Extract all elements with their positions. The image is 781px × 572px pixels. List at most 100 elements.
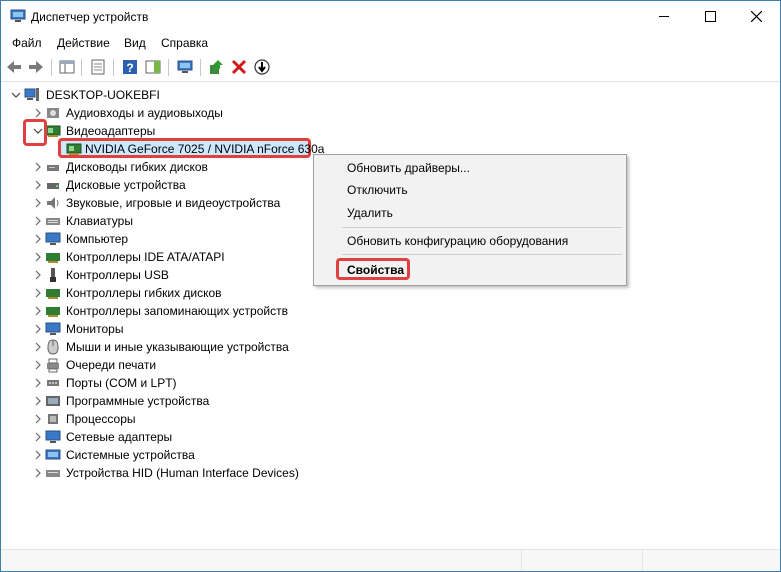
usb-icon [50,268,56,282]
selected-device-row[interactable]: NVIDIA GeForce 7025 / NVIDIA nForce 630a [58,138,324,158]
tree-category-storage-controllers[interactable]: Контроллеры запоминающих устройств [33,302,433,320]
expand-chevron-icon[interactable] [33,252,43,262]
menu-help[interactable]: Справка [161,36,208,50]
tree-category-label: Мониторы [66,322,124,336]
tree-category-mice[interactable]: Мыши и иные указывающие устройства [33,338,433,356]
tree-category-network-adapters[interactable]: Сетевые адаптеры [33,428,433,446]
window-title: Диспетчер устройств [31,10,149,24]
expand-chevron-icon[interactable] [33,180,43,190]
tree-category-label: Сетевые адаптеры [66,430,173,444]
expand-chevron-icon[interactable] [33,216,43,226]
help-icon[interactable]: ? [121,58,139,76]
expand-chevron-icon[interactable] [33,108,43,118]
hid-device-icon [46,470,60,477]
tree-category-label: Порты (COM и LPT) [66,376,177,390]
tree-category-audio-io[interactable]: Аудиовходы и аудиовыходы [33,104,433,122]
tree-category-processors[interactable]: Процессоры [33,410,433,428]
tree-category-label: Контроллеры IDE ATA/ATAPI [66,250,225,264]
svg-text:?: ? [126,61,133,75]
properties-sheet-icon[interactable] [89,58,107,76]
close-window-button[interactable] [733,1,779,32]
tree-category-monitors[interactable]: Мониторы [33,320,433,338]
highlight-expander-outline [23,119,47,146]
tree-category-label: Системные устройства [66,448,195,462]
expand-chevron-icon[interactable] [33,162,43,172]
menu-view[interactable]: Вид [124,36,146,50]
forward-arrow-icon[interactable] [27,58,45,76]
expand-chevron-icon[interactable] [33,468,43,478]
computer-name: DESKTOP-UOKEBFI [46,88,160,102]
computer-icon [45,232,61,245]
uninstall-x-icon[interactable] [230,58,248,76]
tree-category-label: Очереди печати [66,358,157,372]
expand-chevron-icon[interactable] [33,234,43,244]
menu-uninstall-device[interactable]: Удалить [347,206,393,220]
network-adapter-icon [45,430,61,443]
download-driver-icon[interactable] [253,58,271,76]
device-manager-icon [10,9,26,22]
tree-category-label: Процессоры [66,412,136,426]
expand-chevron-icon[interactable] [33,306,43,316]
storage-controller-icon [46,307,60,317]
expand-chevron-icon[interactable] [33,324,43,334]
display-adapter-icon [45,125,61,137]
display-adapter-icon [66,143,82,155]
expand-chevron-icon[interactable] [33,378,43,388]
menu-action[interactable]: Действие [57,36,110,50]
menu-file[interactable]: Файл [12,36,42,50]
tree-category-floppy-controllers[interactable]: Контроллеры гибких дисков [33,284,433,302]
tree-category-label: Клавиатуры [66,214,133,228]
tree-category-label: Контроллеры запоминающих устройств [66,304,288,318]
expand-chevron-icon[interactable] [33,432,43,442]
maximize-button[interactable] [687,1,733,32]
expand-chevron-icon[interactable] [33,198,43,208]
mouse-icon [47,339,59,355]
update-driver-icon[interactable] [207,58,225,76]
scan-hardware-icon[interactable] [176,58,194,76]
keyboard-icon [46,218,60,225]
system-device-icon [45,449,61,460]
expand-chevron-icon[interactable] [33,450,43,460]
status-bar [1,549,780,571]
tree-category-label: Устройства HID (Human Interface Devices) [66,466,299,480]
toolbar: ? [1,54,780,82]
processor-icon [48,414,58,424]
computer-icon [24,88,39,101]
software-device-icon [46,396,60,406]
back-arrow-icon[interactable] [5,58,23,76]
expand-chevron-icon[interactable] [33,396,43,406]
printer-icon [47,358,59,373]
floppy-drive-icon [47,165,59,171]
tree-category-label: Программные устройства [66,394,210,408]
tree-category-software-devices[interactable]: Программные устройства [33,392,433,410]
collapse-chevron-icon[interactable] [11,90,21,100]
sound-icon [47,197,59,209]
minimize-button[interactable] [641,1,687,32]
audio-io-icon [47,108,59,118]
device-manager-window: Диспетчер устройств Файл Действие Вид Сп… [0,0,781,572]
action-pane-icon[interactable] [144,58,162,76]
tree-category-hid-devices[interactable]: Устройства HID (Human Interface Devices) [33,464,433,482]
expand-chevron-icon[interactable] [33,360,43,370]
expand-chevron-icon[interactable] [33,288,43,298]
tree-category-print-queues[interactable]: Очереди печати [33,356,433,374]
tree-category-label: Дисковые устройства [66,178,186,192]
menu-scan-hardware[interactable]: Обновить конфигурацию оборудования [347,234,568,248]
tree-category-label: Мыши и иные указывающие устройства [66,340,289,354]
disk-drive-icon [47,183,59,189]
tree-root[interactable]: DESKTOP-UOKEBFI [11,86,311,104]
menu-bar: Файл Действие Вид Справка [1,32,780,53]
tree-category-system-devices[interactable]: Системные устройства [33,446,433,464]
menu-properties[interactable]: Свойства [336,258,410,280]
tree-category-label: Аудиовходы и аудиовыходы [66,106,223,120]
expand-chevron-icon[interactable] [33,270,43,280]
menu-disable-device[interactable]: Отключить [347,183,408,197]
menu-update-driver[interactable]: Обновить драйверы... [347,161,470,175]
tree-category-label: Звуковые, игровые и видеоустройства [66,196,281,210]
title-bar: Диспетчер устройств [1,1,780,32]
expand-chevron-icon[interactable] [33,342,43,352]
show-hide-tree-icon[interactable] [58,58,76,76]
tree-category-ports[interactable]: Порты (COM и LPT) [33,374,433,392]
expand-chevron-icon[interactable] [33,414,43,424]
tree-category-label: Видеоадаптеры [66,124,156,138]
